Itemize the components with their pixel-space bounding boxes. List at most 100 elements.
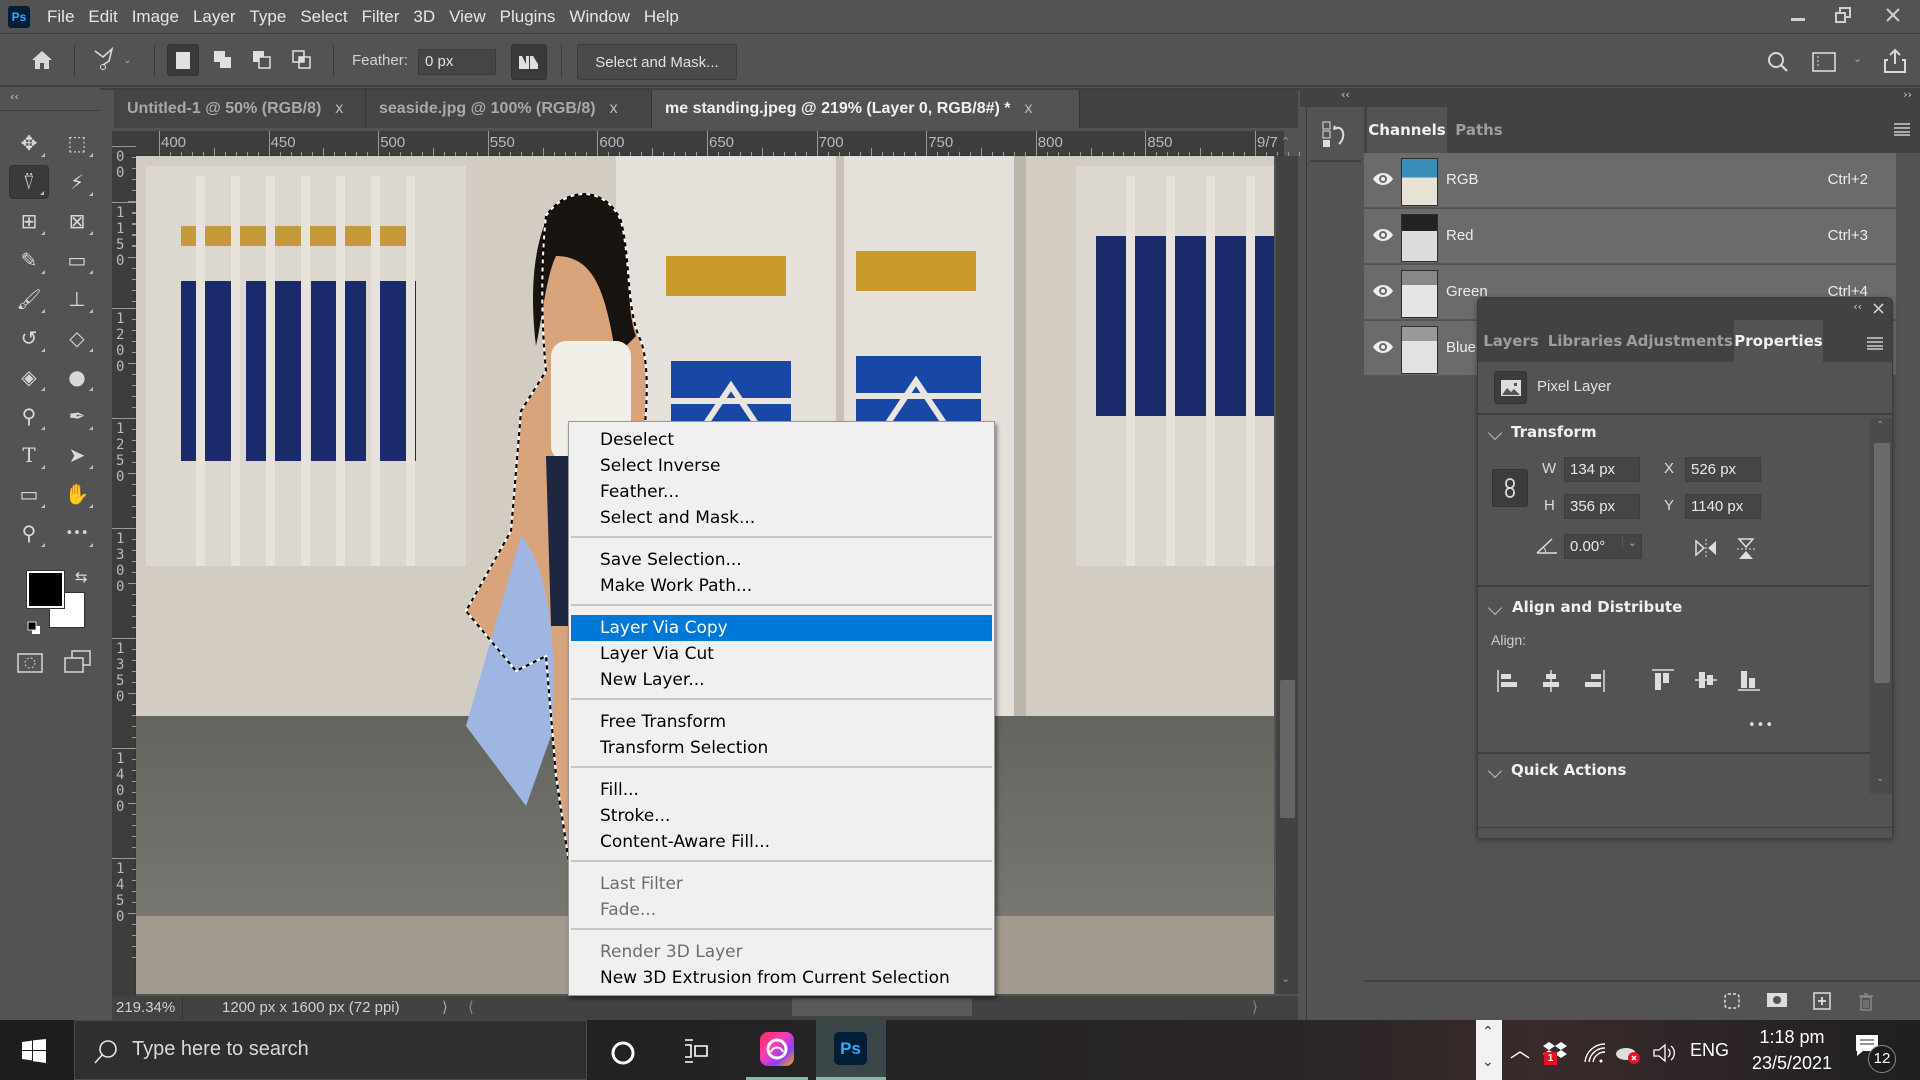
status-menu-arrow-icon[interactable]: ⟩: [442, 998, 448, 1016]
home-button[interactable]: [27, 45, 57, 75]
scroll-down-icon[interactable]: ⌄: [1281, 972, 1290, 985]
onedrive-tray-icon[interactable]: [1615, 1042, 1643, 1070]
dodge-tool[interactable]: ⚲: [9, 399, 49, 433]
tab-adjustments[interactable]: Adjustments: [1626, 320, 1733, 362]
clock[interactable]: 1:18 pm 23/5/2021: [1742, 1024, 1842, 1078]
move-tool[interactable]: ✥: [9, 126, 49, 160]
menu-item-feather[interactable]: Feather...: [571, 479, 992, 505]
taskbar-search-box[interactable]: Type here to search: [74, 1020, 587, 1080]
menu-item-select-and-mask[interactable]: Select and Mask...: [571, 505, 992, 531]
screen-mode-button[interactable]: [64, 650, 92, 678]
share-button[interactable]: [1883, 48, 1907, 78]
menu-item-layer-via-copy[interactable]: Layer Via Copy: [571, 615, 992, 641]
task-view-button[interactable]: [681, 1036, 711, 1066]
tab-paths[interactable]: Paths: [1449, 107, 1509, 153]
scroll-up-icon[interactable]: ⌃: [1876, 420, 1884, 431]
dropbox-tray-icon[interactable]: 1: [1543, 1040, 1569, 1066]
magic-wand-tool[interactable]: ⚡: [57, 165, 97, 199]
align-bottom-edges-icon[interactable]: [1737, 669, 1761, 691]
paint-bucket-tool[interactable]: ◈: [9, 360, 49, 394]
align-top-edges-icon[interactable]: [1651, 669, 1675, 691]
tab-channels[interactable]: Channels: [1367, 107, 1447, 153]
intersect-with-selection-button[interactable]: [286, 44, 318, 76]
quick-actions-collapse-icon[interactable]: [1487, 763, 1503, 779]
link-dimensions-button[interactable]: [1492, 469, 1528, 507]
frame-tool[interactable]: ⊠: [57, 204, 97, 238]
properties-scrollbar[interactable]: ⌃ ⌄: [1870, 418, 1892, 794]
panel-resize-grip[interactable]: [1478, 828, 1892, 838]
flip-horizontal-icon[interactable]: [1694, 538, 1718, 558]
workspace-chevron-icon[interactable]: ⌄: [1853, 52, 1862, 65]
menu-plugins[interactable]: Plugins: [493, 7, 563, 27]
menu-item-transform-selection[interactable]: Transform Selection: [571, 735, 992, 761]
vertical-ruler[interactable]: 00 1150 1200 1250 1300 1350 1400 1450: [112, 146, 136, 996]
delete-channel-button[interactable]: [1857, 992, 1879, 1012]
polygonal-lasso-tool[interactable]: ⍢: [9, 165, 49, 199]
path-selection-tool[interactable]: ➤: [57, 438, 97, 472]
quick-mask-button[interactable]: [17, 652, 43, 678]
edit-toolbar[interactable]: •••: [57, 516, 97, 550]
scroll-up-icon[interactable]: ⌃: [1281, 135, 1290, 148]
x-input[interactable]: 526 px: [1685, 457, 1761, 482]
align-left-edges-icon[interactable]: [1497, 669, 1519, 693]
chevron-down-icon[interactable]: ⌄: [1482, 1054, 1494, 1070]
action-center-button[interactable]: 12: [1855, 1034, 1896, 1074]
align-collapse-icon[interactable]: [1487, 600, 1503, 616]
channels-panel-menu[interactable]: [1894, 121, 1910, 140]
swap-colors-icon[interactable]: ⇆: [75, 568, 88, 586]
expand-panels-icon[interactable]: ››: [1903, 88, 1912, 101]
menu-item-stroke[interactable]: Stroke...: [571, 803, 992, 829]
y-input[interactable]: 1140 px: [1685, 494, 1761, 519]
minimize-button[interactable]: [1775, 0, 1820, 30]
menu-filter[interactable]: Filter: [355, 7, 407, 27]
scroll-left-icon[interactable]: ⟨: [468, 998, 474, 1016]
collapse-toolbar-icon[interactable]: ‹‹: [10, 90, 19, 103]
add-to-selection-button[interactable]: [207, 44, 239, 76]
healing-brush-tool[interactable]: ▭: [57, 243, 97, 277]
menu-view[interactable]: View: [442, 7, 493, 27]
align-vertical-centers-icon[interactable]: [1694, 669, 1718, 691]
anti-alias-button[interactable]: [511, 44, 547, 80]
close-panel-icon[interactable]: [1873, 303, 1884, 314]
eyedropper-tool[interactable]: ✎: [9, 243, 49, 277]
rectangle-tool[interactable]: ▭: [9, 477, 49, 511]
menu-item-select-inverse[interactable]: Select Inverse: [571, 453, 992, 479]
brush-tool[interactable]: 🖌: [9, 282, 49, 316]
menu-item-fill[interactable]: Fill...: [571, 777, 992, 803]
menu-file[interactable]: File: [40, 7, 81, 27]
menu-edit[interactable]: Edit: [81, 7, 124, 27]
menu-item-new-layer[interactable]: New Layer...: [571, 667, 992, 693]
language-indicator[interactable]: ENG: [1690, 1040, 1729, 1061]
close-tab-icon[interactable]: x: [1024, 100, 1032, 118]
perspective-crop-tool[interactable]: ⊞: [9, 204, 49, 238]
angle-input[interactable]: 0.00° ⌄: [1564, 534, 1642, 559]
blur-tool[interactable]: ●: [57, 360, 97, 394]
tab-libraries[interactable]: Libraries: [1545, 320, 1625, 362]
angle-dropdown-icon[interactable]: ⌄: [1621, 536, 1637, 549]
visibility-eye-icon[interactable]: [1372, 282, 1394, 300]
start-button[interactable]: [18, 1036, 50, 1066]
vertical-scroll-thumb[interactable]: [1280, 680, 1295, 818]
visibility-eye-icon[interactable]: [1372, 338, 1394, 356]
menu-item-deselect[interactable]: Deselect: [571, 427, 992, 453]
close-button[interactable]: [1865, 0, 1920, 30]
more-align-options-button[interactable]: •••: [1748, 718, 1774, 733]
creative-cloud-taskbar-button[interactable]: [746, 1020, 808, 1080]
new-channel-button[interactable]: [1813, 992, 1835, 1012]
tab-untitled-1[interactable]: Untitled-1 @ 50% (RGB/8) x: [114, 90, 366, 128]
height-input[interactable]: 356 px: [1564, 494, 1640, 519]
visibility-eye-icon[interactable]: [1372, 226, 1394, 244]
type-tool[interactable]: T: [9, 438, 49, 472]
cortana-button[interactable]: [608, 1038, 638, 1068]
properties-panel-menu[interactable]: [1867, 335, 1883, 354]
align-right-edges-icon[interactable]: [1583, 669, 1605, 693]
tab-seaside[interactable]: seaside.jpg @ 100% (RGB/8) x: [366, 90, 652, 128]
scroll-down-icon[interactable]: ⌄: [1876, 773, 1884, 784]
default-colors-button[interactable]: [27, 620, 41, 634]
restore-button[interactable]: [1820, 0, 1865, 30]
transform-collapse-icon[interactable]: [1487, 425, 1503, 441]
channel-row-rgb[interactable]: RGB Ctrl+2: [1364, 153, 1896, 208]
collapse-dock-icon[interactable]: ‹‹: [1341, 88, 1350, 101]
close-tab-icon[interactable]: x: [335, 100, 343, 118]
tab-properties[interactable]: Properties: [1734, 320, 1823, 362]
